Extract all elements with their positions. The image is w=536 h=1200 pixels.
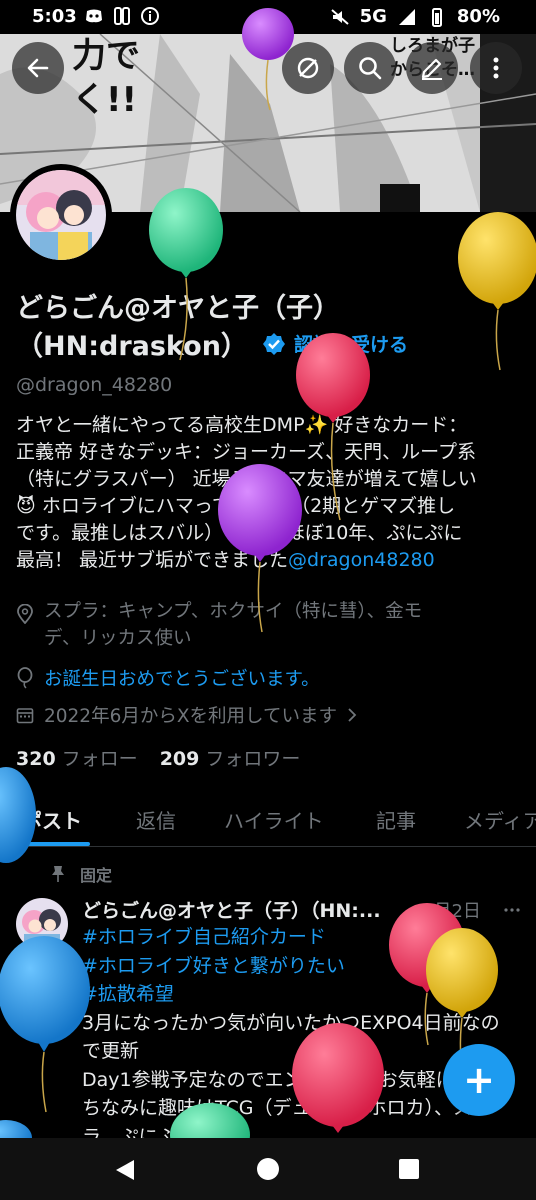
balloon-green xyxy=(149,188,223,361)
balloon-yellow-right xyxy=(458,212,536,371)
system-nav-bar xyxy=(0,1138,536,1200)
compose-fab[interactable]: + xyxy=(443,1044,515,1116)
nav-recents-icon[interactable] xyxy=(399,1159,419,1179)
nav-back-icon[interactable] xyxy=(114,1158,136,1182)
balloon-purple-top xyxy=(242,8,294,111)
compose-plus-icon: + xyxy=(463,1058,495,1102)
balloon-red-lower-middle xyxy=(292,1023,384,1133)
balloon-blue-left-edge xyxy=(0,767,36,863)
nav-home-icon[interactable] xyxy=(256,1157,280,1181)
birthday-balloons-overlay xyxy=(0,8,536,1167)
balloon-purple-middle xyxy=(218,464,302,633)
balloon-blue-lower-left xyxy=(0,936,90,1113)
balloon-red-middle xyxy=(296,333,370,521)
